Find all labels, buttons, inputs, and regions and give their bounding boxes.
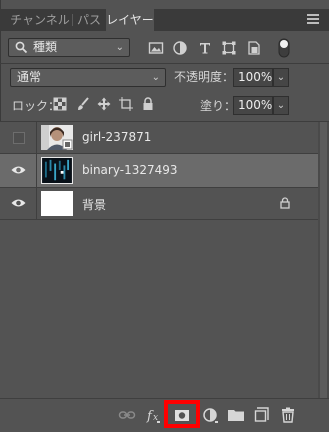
type-filter-icon[interactable] xyxy=(197,40,213,56)
fill-chevron-icon[interactable]: ⌄ xyxy=(273,96,289,115)
tab-paths[interactable]: パス xyxy=(73,9,105,31)
shape-filter-icon[interactable] xyxy=(221,40,237,56)
filter-kind-dropdown[interactable]: 種類 ⌄ xyxy=(8,38,130,57)
layers-panel: チャンネル パス レイヤー 種類 ⌄ 通常 ⌄ 不透明度： 100% ⌄ ロック… xyxy=(0,0,329,432)
delete-icon[interactable] xyxy=(278,405,298,425)
chevron-down-icon: ⌄ xyxy=(151,72,160,83)
layer-row[interactable]: 背景 xyxy=(0,188,318,220)
layer-name: 背景 xyxy=(82,198,107,212)
search-icon xyxy=(15,41,28,54)
opacity-chevron-icon[interactable]: ⌄ xyxy=(273,68,289,87)
lock-all-icon[interactable] xyxy=(142,97,154,111)
tab-layers[interactable]: レイヤー xyxy=(106,9,154,31)
layer-thumbnail-girl xyxy=(41,125,73,150)
blend-mode-value: 通常 xyxy=(17,70,42,84)
adjustment-layer-icon[interactable] xyxy=(200,405,220,425)
blend-mode-dropdown[interactable]: 通常 ⌄ xyxy=(10,68,166,87)
fill-input[interactable]: 100% xyxy=(233,96,273,115)
divider xyxy=(0,63,329,64)
visibility-toggle[interactable] xyxy=(0,154,37,187)
eye-icon xyxy=(11,199,26,207)
layer-name: binary-1327493 xyxy=(82,163,178,177)
smart-object-filter-icon[interactable] xyxy=(246,40,262,56)
layers-list: girl-237871 binary-1327493 背景 xyxy=(0,122,318,398)
layer-thumbnail-background xyxy=(41,191,73,216)
lock-image-pixels-icon[interactable] xyxy=(76,97,90,111)
lock-artboard-icon[interactable] xyxy=(119,97,133,111)
new-layer-icon[interactable] xyxy=(252,405,272,425)
adjustment-filter-icon[interactable] xyxy=(172,40,188,56)
pixel-filter-icon[interactable] xyxy=(148,40,164,56)
fx-icon[interactable]: f x xyxy=(144,405,164,425)
fill-label: 塗り： xyxy=(200,99,237,113)
layer-name: girl-237871 xyxy=(82,130,152,144)
layer-row[interactable]: girl-237871 xyxy=(0,122,318,154)
opacity-input[interactable]: 100% xyxy=(233,68,273,87)
opacity-label: 不透明度： xyxy=(174,70,235,84)
filter-toggle-icon[interactable] xyxy=(278,38,290,58)
scrollbar-thumb[interactable] xyxy=(320,122,327,398)
panel-menu-icon[interactable] xyxy=(307,14,319,25)
hidden-visibility-box-icon xyxy=(13,132,25,144)
new-group-icon[interactable] xyxy=(226,405,246,425)
chevron-down-icon: ⌄ xyxy=(115,42,124,53)
tab-channels[interactable]: チャンネル xyxy=(10,9,70,31)
lock-position-icon[interactable] xyxy=(97,97,111,111)
tab-bar: チャンネル パス レイヤー xyxy=(0,9,329,31)
lock-transparent-pixels-icon[interactable] xyxy=(53,97,67,111)
eye-icon xyxy=(11,166,26,174)
visibility-toggle[interactable] xyxy=(0,122,37,153)
layers-scrollbar[interactable] xyxy=(318,122,329,398)
layer-row-selected[interactable]: binary-1327493 xyxy=(0,154,318,188)
link-layers-icon[interactable] xyxy=(117,405,137,425)
layer-thumbnail-binary xyxy=(41,157,73,184)
filter-kind-label: 種類 xyxy=(33,40,58,54)
mask-button-highlight xyxy=(164,400,200,428)
lock-icon xyxy=(280,197,290,209)
visibility-toggle[interactable] xyxy=(0,188,37,219)
